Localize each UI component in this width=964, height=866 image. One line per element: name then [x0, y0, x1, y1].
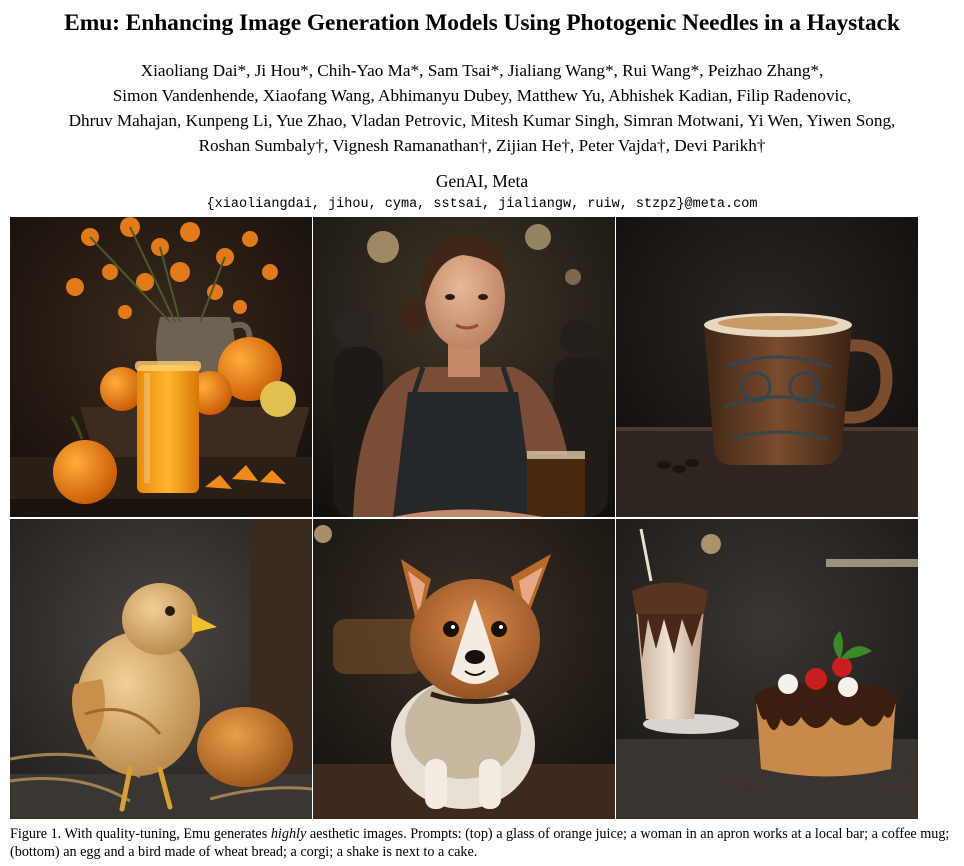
author-emails: {xiaoliangdai, jihou, cyma, sstsai, jial… [206, 197, 758, 212]
figure-image-grid [10, 217, 918, 819]
barista-woman-image [313, 217, 615, 517]
paper-title: Emu: Enhancing Image Generation Models U… [64, 10, 900, 36]
author-list: Xiaoliang Dai*, Ji Hou*, Chih-Yao Ma*, S… [0, 58, 964, 158]
orange-juice-image [10, 217, 312, 517]
caption-emphasis: highly [270, 826, 307, 842]
paper-page: Emu: Enhancing Image Generation Models U… [0, 0, 964, 866]
author-line: Xiaoliang Dai*, Ji Hou*, Chih-Yao Ma*, S… [140, 61, 824, 80]
author-line: Roshan Sumbaly†, Vignesh Ramanathan†, Zi… [198, 136, 766, 155]
corgi-image [313, 519, 615, 819]
author-line: Dhruv Mahajan, Kunpeng Li, Yue Zhao, Vla… [68, 111, 896, 130]
author-line: Simon Vandenhende, Xiaofang Wang, Abhima… [112, 86, 852, 105]
affiliation: GenAI, Meta [435, 171, 529, 191]
caption-prefix: Figure 1. With quality-tuning, Emu gener… [10, 826, 271, 842]
shake-cake-image [616, 519, 918, 819]
coffee-mug-image [616, 217, 918, 517]
bread-bird-image [10, 519, 312, 819]
figure-caption: Figure 1. With quality-tuning, Emu gener… [10, 826, 950, 861]
